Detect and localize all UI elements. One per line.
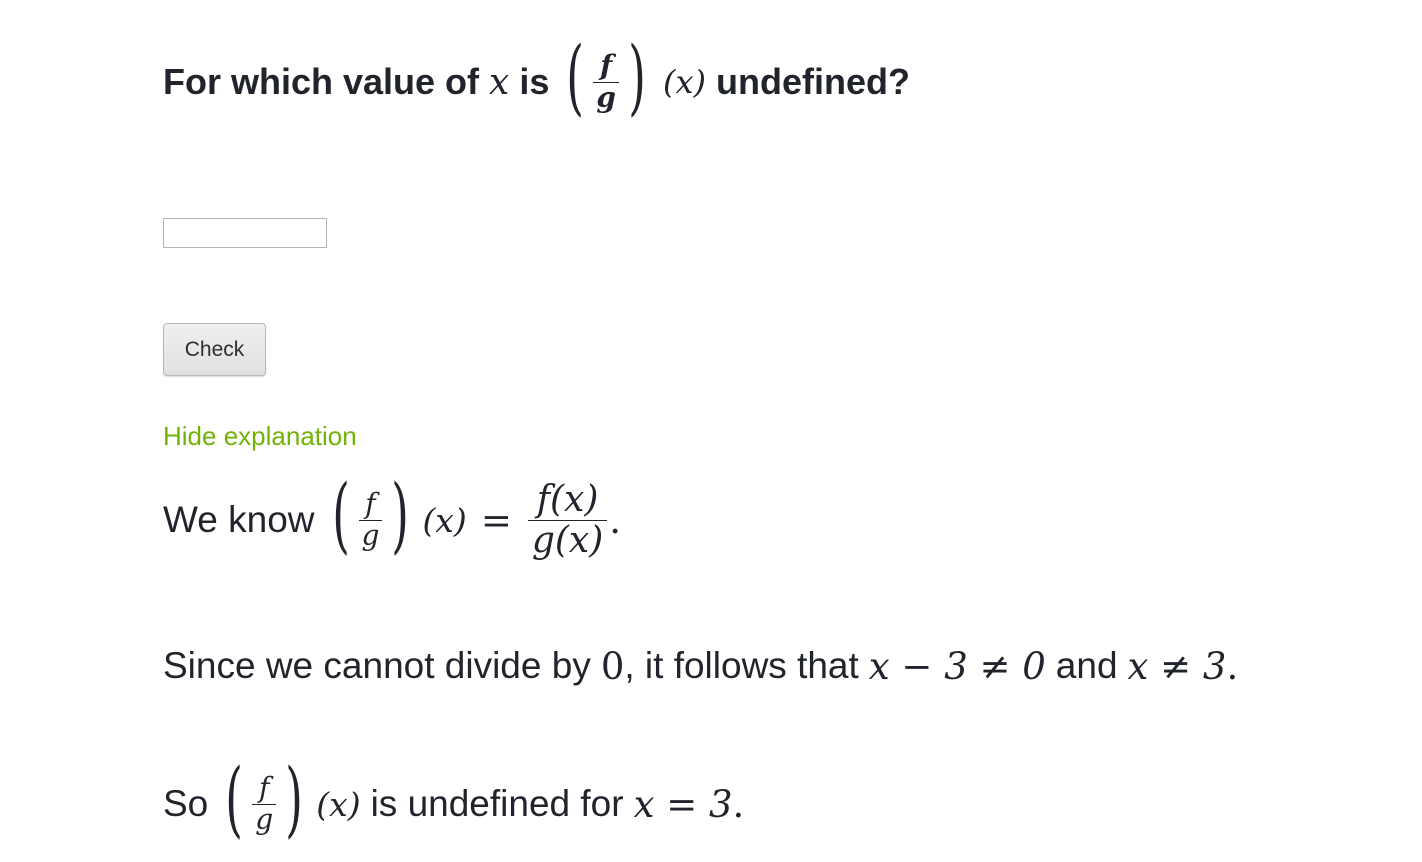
line2-middle: , it follows that bbox=[624, 645, 859, 686]
fraction-numerator: f bbox=[365, 486, 376, 520]
fraction-numerator: f(x) bbox=[536, 478, 599, 520]
line2-prefix: Since we cannot divide by bbox=[163, 645, 591, 686]
question-prefix: For which value of bbox=[163, 61, 480, 102]
left-paren: ( bbox=[225, 752, 244, 847]
question-arg: (x) bbox=[662, 63, 706, 101]
explanation-line-1: We know ( f g ) (x) = f(x) g(x) . bbox=[163, 470, 621, 570]
line3-prefix: So bbox=[163, 783, 209, 824]
line3-expr: x = 3 bbox=[633, 782, 733, 826]
equals-sign: = bbox=[480, 498, 512, 542]
line2-and: and bbox=[1055, 645, 1118, 686]
fraction-numerator: f bbox=[600, 48, 613, 82]
line3-arg: (x) bbox=[316, 784, 361, 824]
line2-expr2: x ≠ 3 bbox=[1127, 644, 1227, 688]
line1-fraction: f g bbox=[358, 486, 383, 552]
fraction-denominator: g bbox=[255, 802, 274, 836]
right-paren: ) bbox=[391, 468, 410, 563]
question-suffix: undefined? bbox=[715, 61, 910, 102]
explanation-line-2: Since we cannot divide by 0 , it follows… bbox=[163, 638, 1238, 694]
explanation-line-3: So ( f g ) (x) is undefined for x = 3 . bbox=[163, 752, 744, 856]
right-paren: ) bbox=[628, 30, 646, 125]
left-paren: ( bbox=[331, 468, 350, 563]
line1-prefix: We know bbox=[163, 499, 315, 540]
line1-rhs-fraction: f(x) g(x) bbox=[527, 478, 608, 561]
answer-input[interactable] bbox=[163, 218, 327, 248]
question-var: x bbox=[489, 61, 510, 103]
question-text: For which value of x is ( f g ) (x) unde… bbox=[163, 36, 910, 128]
line1-arg: (x) bbox=[422, 500, 467, 540]
fraction-denominator: g bbox=[361, 518, 380, 552]
fraction-numerator: f bbox=[259, 770, 270, 804]
check-button[interactable]: Check bbox=[163, 323, 266, 376]
line1-end: . bbox=[609, 498, 622, 542]
line3-middle: is undefined for bbox=[370, 783, 624, 824]
line3-fraction: f g bbox=[252, 770, 277, 836]
line3-end: . bbox=[732, 782, 745, 826]
fraction-denominator: g bbox=[596, 80, 616, 114]
line2-end: . bbox=[1226, 644, 1239, 688]
line2-zero: 0 bbox=[600, 644, 625, 688]
line2-expr1: x − 3 ≠ 0 bbox=[868, 644, 1046, 688]
fraction-denominator: g(x) bbox=[531, 519, 604, 561]
left-paren: ( bbox=[566, 30, 585, 125]
hide-explanation-link[interactable]: Hide explanation bbox=[163, 421, 357, 452]
question-fraction: f g bbox=[593, 48, 619, 114]
question-is: is bbox=[519, 61, 550, 102]
right-paren: ) bbox=[285, 752, 304, 847]
